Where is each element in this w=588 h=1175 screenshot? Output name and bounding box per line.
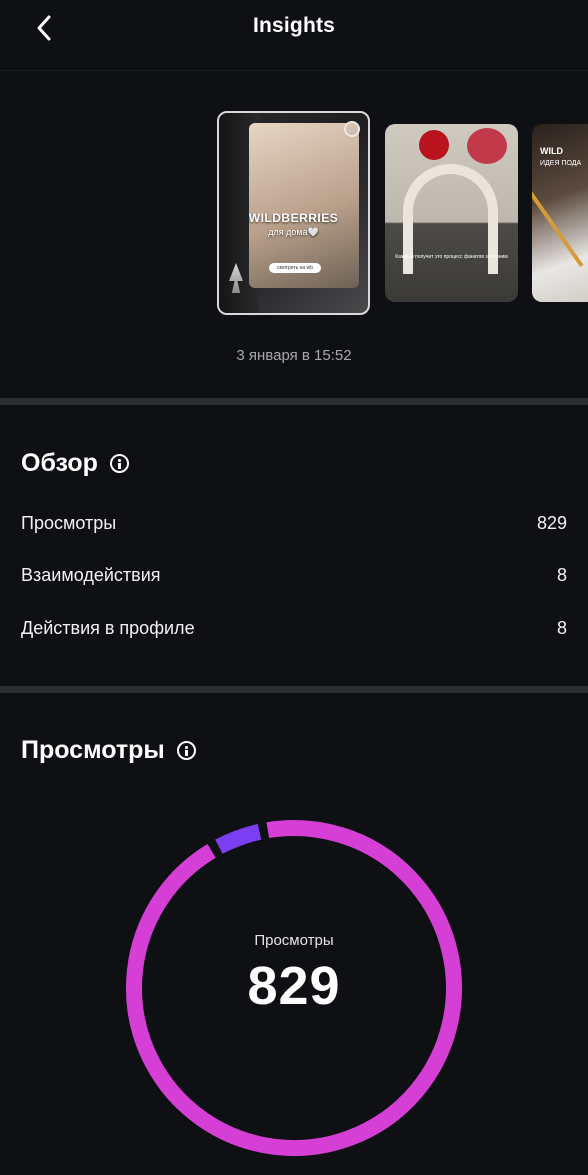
thumbnail-decoration [467,128,507,164]
story-thumbnail-selected[interactable]: WILDBERRIES для дома🤍 смотреть на wb [217,111,370,315]
overview-heading: Обзор [21,449,129,478]
views-heading: Просмотры [21,736,196,765]
metric-label: Действия в профиле [21,617,195,638]
thumbnail-brand-text: WILDBERRIES [248,211,339,225]
thumbnail-subtitle: ИДЕЯ ПОДА [540,160,582,167]
donut-label: Просмотры [254,932,334,949]
selected-ring-icon [344,121,360,137]
views-title: Просмотры [21,736,165,764]
info-icon[interactable] [176,741,196,760]
section-divider [0,686,588,693]
thumbnail-cta: смотреть на wb [269,263,321,273]
metric-value: 829 [536,512,567,533]
metric-value: 8 [556,564,567,585]
info-icon[interactable] [109,454,129,473]
donut-value: 829 [247,956,341,1016]
story-thumbnail[interactable]: WILD ИДЕЯ ПОДА [532,124,588,302]
overview-title: Обзор [21,449,98,477]
post-date: 3 января в 15:52 [236,347,352,364]
metric-row-views: Просмотры 829 [21,511,567,535]
thumbnail-title: WILD [540,146,563,156]
top-bar: Insights [0,0,588,71]
thumbnail-caption: Каждый получит это процесс фанатов запол… [395,254,508,260]
donut-segment-secondary [215,823,262,854]
thumbnail-sub-text: для дома🤍 [268,227,319,237]
metric-label: Взаимодействия [21,564,161,585]
thumbnail-decoration [419,130,449,160]
metric-value: 8 [556,617,567,638]
page-title: Insights [252,14,336,37]
thumbnail-decoration [532,190,584,268]
metric-label: Просмотры [21,512,117,533]
section-divider [0,398,588,405]
metric-row-profile-actions: Действия в профиле 8 [21,616,567,640]
story-thumbnails: WILDBERRIES для дома🤍 смотреть на wb Каж… [0,110,588,320]
metric-row-interactions: Взаимодействия 8 [21,563,567,587]
story-thumbnail[interactable]: Каждый получит это процесс фанатов запол… [385,124,518,302]
